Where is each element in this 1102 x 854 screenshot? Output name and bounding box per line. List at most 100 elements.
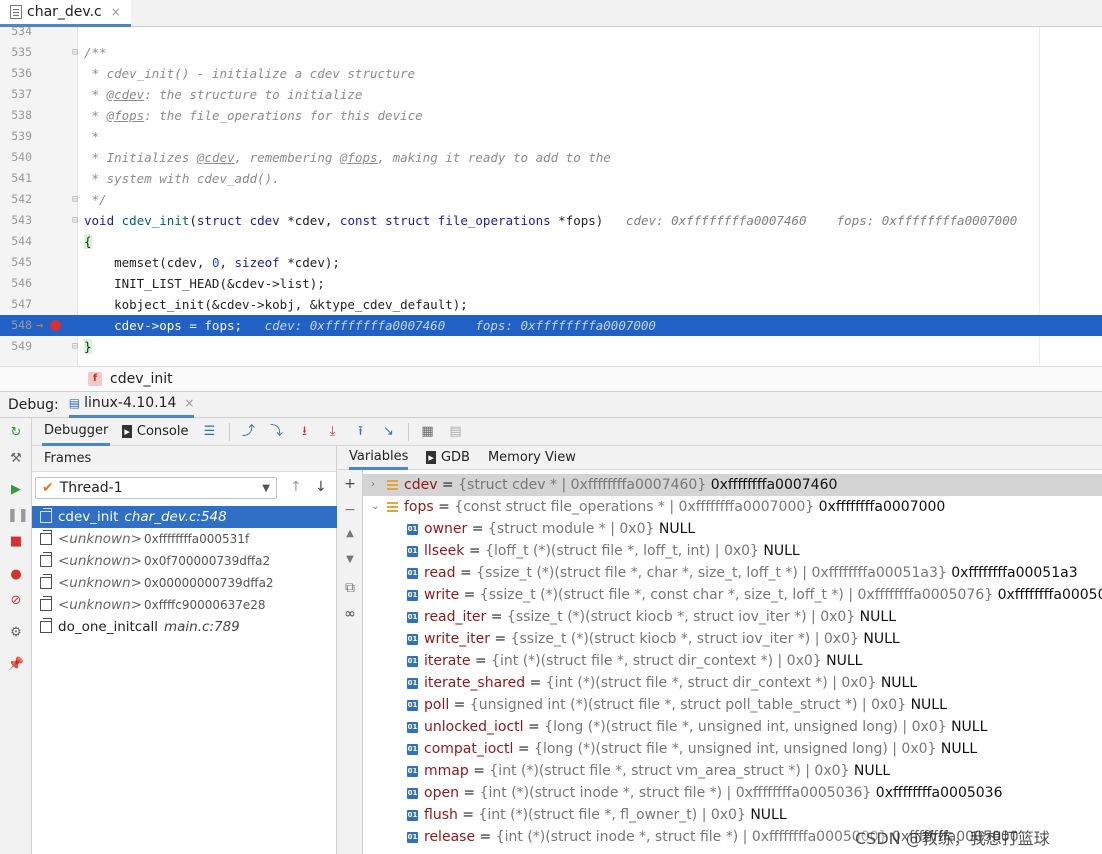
debug-tool-window-header: Debug: ▤ linux-4.10.14 × (0, 391, 1102, 418)
code-line[interactable]: 544 { (0, 231, 1102, 252)
variable-row[interactable]: ⌄ fops = {const struct file_operations * … (363, 496, 1102, 518)
code-line[interactable]: 543 ⊟ void cdev_init(struct cdev *cdev, co… (0, 210, 1102, 231)
code-line[interactable]: 539 * (0, 126, 1102, 147)
tab-variables[interactable]: Variables (349, 446, 409, 470)
code-line[interactable]: 547 kobject_init(&cdev->kobj, &ktype_cde… (0, 294, 1102, 315)
tab-memory-view[interactable]: Memory View (488, 446, 576, 470)
code-line[interactable]: 536 * cdev_init() - initialize a cdev st… (0, 63, 1102, 84)
stack-frame[interactable]: <unknown> 0xffffffffa000531f (32, 528, 337, 550)
variable-type: {unsigned int (*)(struct file *, struct … (469, 697, 907, 713)
code-line[interactable]: 548 → cdev->ops = fops; cdev: 0xffffffffa… (0, 315, 1102, 336)
stack-frame[interactable]: <unknown> 0xffffc90000637e28 (32, 594, 337, 616)
fold-icon[interactable]: ⊟ (72, 336, 78, 357)
code-text: * @fops: the file_operations for this de… (84, 108, 423, 123)
debug-session-tab[interactable]: ▤ linux-4.10.14 × (68, 391, 195, 418)
add-watch-icon[interactable]: + (342, 476, 358, 492)
tab-memory-view-label: Memory View (487, 450, 576, 465)
trace-icon[interactable]: ▤ (447, 423, 465, 441)
breadcrumb-function[interactable]: cdev_init (110, 371, 173, 387)
variable-row[interactable]: 01 write_iter = {ssize_t (*)(struct kiocb… (363, 628, 1102, 650)
variable-row[interactable]: 01 write = {ssize_t (*)(struct file *, co… (363, 584, 1102, 606)
variable-name: cdev (404, 477, 438, 493)
tab-debugger[interactable]: Debugger (42, 418, 111, 446)
tab-gdb[interactable]: ▸ GDB (426, 446, 470, 470)
variable-row[interactable]: 01 flush = {int (*)(struct file *, fl_own… (363, 804, 1102, 826)
remove-watch-icon[interactable]: − (342, 502, 358, 518)
thread-selector[interactable]: ✔ Thread-1 ▼ (35, 477, 277, 499)
evaluate-expression-icon[interactable]: ▦ (419, 423, 437, 441)
code-text: * cdev_init() - initialize a cdev struct… (84, 66, 416, 81)
code-line[interactable]: 542 ⊟ */ (0, 189, 1102, 210)
code-line[interactable]: 540 * Initializes @cdev, remembering @fo… (0, 147, 1102, 168)
variable-row[interactable]: 01 unlocked_ioctl = {long (*)(struct file… (363, 716, 1102, 738)
view-breakpoints-icon[interactable]: ● (7, 566, 25, 584)
equals-sign: = (433, 499, 455, 515)
force-step-into-icon[interactable]: ⤓ (324, 423, 342, 441)
run-to-cursor-icon[interactable]: ↘ (380, 423, 398, 441)
code-line[interactable]: 537 * @cdev: the structure to initialize (0, 84, 1102, 105)
variable-row[interactable]: 01 poll = {unsigned int (*)(struct file *… (363, 694, 1102, 716)
fold-icon[interactable]: ⊟ (72, 42, 78, 63)
arrow-up-icon[interactable]: ↑ (290, 479, 302, 495)
chevron-down-icon[interactable]: ⌄ (371, 496, 379, 518)
close-icon[interactable]: × (184, 396, 194, 410)
move-up-icon[interactable]: ▲ (342, 528, 358, 539)
glasses-icon[interactable]: ∞ (342, 606, 358, 622)
editor-tab-char-dev[interactable]: char_dev.c × (0, 0, 131, 27)
variable-row[interactable]: 01 llseek = {loff_t (*)(struct file *, lo… (363, 540, 1102, 562)
code-line[interactable]: 541 * system with cdev_add(). (0, 168, 1102, 189)
editor-tab-label: char_dev.c (27, 4, 102, 20)
wrench-icon[interactable]: ⚒ (7, 450, 25, 468)
variable-row[interactable]: 01 iterate = {int (*)(struct file *, stru… (363, 650, 1102, 672)
equals-sign: = (449, 697, 470, 713)
fold-icon[interactable]: ⊟ (72, 189, 78, 210)
line-number: 546 (11, 276, 32, 290)
mute-breakpoints-icon[interactable]: ⊘ (7, 592, 25, 610)
variable-row[interactable]: 01 read_iter = {ssize_t (*)(struct kiocb … (363, 606, 1102, 628)
show-execution-point-icon[interactable]: ⤴ (240, 423, 258, 441)
variable-row[interactable]: 01 owner = {struct module * | 0x0} NULL (363, 518, 1102, 540)
menu-icon[interactable]: ☰ (201, 423, 219, 441)
variable-row[interactable]: 01 compat_ioctl = {long (*)(struct file *… (363, 738, 1102, 760)
stack-frame[interactable]: cdev_init char_dev.c:548 (32, 506, 337, 528)
code-line[interactable]: 549 ⊟} (0, 336, 1102, 357)
code-line[interactable]: 535 ⊟ /** (0, 42, 1102, 63)
pause-icon[interactable]: ❚❚ (7, 507, 29, 525)
code-line[interactable]: 534 (0, 27, 1102, 42)
tab-console[interactable]: ▸ Console (120, 418, 190, 446)
stack-frame[interactable]: do_one_initcall main.c:789 (32, 616, 337, 638)
code-line[interactable]: 538 * @fops: the file_operations for thi… (0, 105, 1102, 126)
equals-sign: = (467, 521, 488, 537)
breakpoint-icon[interactable] (50, 320, 61, 331)
move-down-icon[interactable]: ▼ (342, 554, 358, 565)
variable-row[interactable]: 01 mmap = {int (*)(struct file *, struct … (363, 760, 1102, 782)
settings-icon[interactable]: ⚙ (7, 624, 25, 642)
step-out-icon[interactable]: ⭱ (352, 423, 370, 441)
fold-icon[interactable]: ⊟ (72, 210, 78, 231)
code-line[interactable]: 546 INIT_LIST_HEAD(&cdev->list); (0, 273, 1102, 294)
close-icon[interactable]: × (111, 5, 121, 19)
stack-frame[interactable]: <unknown> 0x00000000739dffa2 (32, 572, 337, 594)
code-line[interactable]: 545 memset(cdev, 0, sizeof *cdev); (0, 252, 1102, 273)
step-into-icon[interactable]: ⭳ (296, 423, 314, 441)
variable-name: compat_ioctl (424, 741, 514, 757)
variable-row[interactable]: › cdev = {struct cdev * | 0xffffffffa0007… (363, 474, 1102, 496)
stop-icon[interactable]: ■ (7, 533, 25, 551)
variable-row[interactable]: 01 open = {int (*)(struct inode *, struct… (363, 782, 1102, 804)
chevron-right-icon[interactable]: › (371, 474, 375, 496)
variables-toolbar: + − ▲ ▼ ⧉ ∞ (337, 470, 363, 854)
variable-value: NULL (910, 697, 947, 713)
code-editor[interactable]: 534 535 ⊟ /** 536 * cdev_init() - initialize… (0, 27, 1102, 366)
rerun-icon[interactable]: ↻ (7, 424, 25, 442)
stack-frame[interactable]: <unknown> 0x0f700000739dffa2 (32, 550, 337, 572)
variable-row[interactable]: 01 read = {ssize_t (*)(struct file *, cha… (363, 562, 1102, 584)
step-over-icon[interactable]: ⤵ (268, 423, 286, 441)
resume-icon[interactable]: ▶ (7, 481, 25, 499)
copy-icon[interactable]: ⧉ (342, 580, 358, 596)
editor-tab-bar: char_dev.c × (0, 0, 1102, 27)
c-file-icon (10, 5, 22, 19)
pin-icon[interactable]: 📌 (7, 656, 25, 674)
arrow-down-icon[interactable]: ↓ (315, 479, 327, 495)
variable-row[interactable]: 01 iterate_shared = {int (*)(struct file … (363, 672, 1102, 694)
field-icon: 01 (407, 655, 418, 667)
